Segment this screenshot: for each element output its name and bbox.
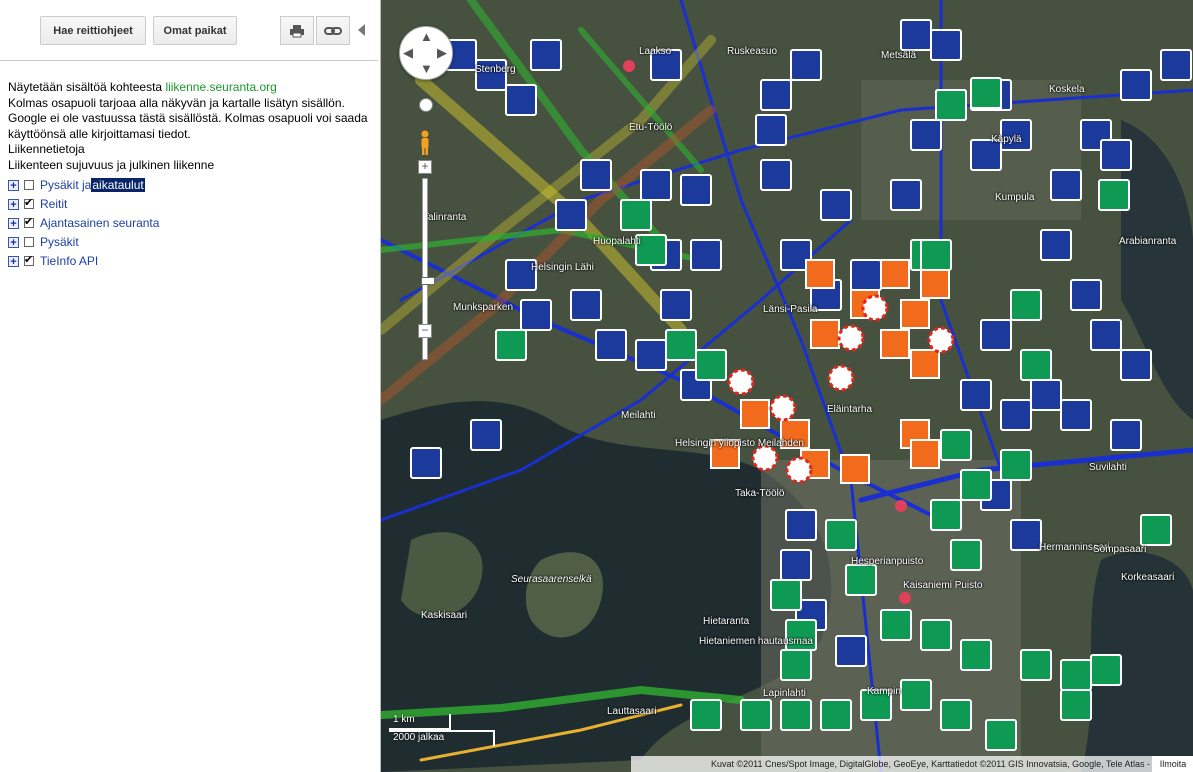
layer-label[interactable]: Reitit (40, 197, 67, 211)
section-subtitle: Liikenteen sujuvuus ja julkinen liikenne (8, 157, 215, 172)
pan-control[interactable]: ▲ ▼ ◀ ▶ (399, 26, 453, 80)
print-icon (290, 24, 304, 37)
layer-label[interactable]: Pysäkit ja (40, 178, 91, 192)
section-title: Liikennetietoja (8, 142, 85, 156)
side-panel: Hae reittiohjeet Omat paikat Näytetään s… (0, 0, 378, 772)
layer-row-stops[interactable]: + Pysäkit (8, 233, 79, 251)
place-label: Kumpula (995, 192, 1035, 203)
place-label: Etu-Töölö (629, 122, 673, 133)
report-problem-link[interactable]: Ilmoita (1152, 756, 1193, 772)
place-label: Käpylä (991, 134, 1022, 145)
intro-prefix: Näytetään sisältöä kohteesta (8, 80, 166, 94)
disclaimer-text: Kolmas osapuoli tarjoaa alla näkyvän ja … (8, 95, 368, 141)
place-label: Lapinlahti (763, 688, 806, 699)
place-label: Ruskeasuo (727, 46, 778, 57)
scale-km-label: 1 km (393, 714, 415, 725)
pan-left-icon[interactable]: ◀ (403, 45, 413, 61)
layer-checkbox[interactable] (24, 253, 34, 266)
place-label: Taka-Töölö (735, 488, 785, 499)
layer-checkbox[interactable] (24, 215, 34, 228)
layer-checkbox[interactable] (24, 196, 34, 209)
map-canvas[interactable]: Stenberg Laakso Etu-Töölö Talinranta Mun… (380, 0, 1193, 772)
expand-icon[interactable]: + (8, 198, 19, 210)
layer-row-realtime[interactable]: + Ajantasainen seuranta (8, 214, 159, 232)
link-button[interactable] (316, 16, 350, 45)
layer-row-stops-timetables[interactable]: + Pysäkit ja aikataulut (8, 176, 145, 194)
directions-button[interactable]: Hae reittiohjeet (40, 16, 146, 45)
satellite-imagery (381, 0, 1193, 772)
street-view-pegman-icon[interactable] (419, 130, 431, 156)
layer-label[interactable]: Ajantasainen seuranta (40, 216, 159, 230)
layer-label-highlight: aikataulut (91, 178, 145, 192)
place-label: Länsi-Pasila (763, 304, 818, 315)
place-label: Eläintarha (827, 404, 873, 415)
layer-checkbox[interactable] (24, 237, 34, 247)
maps-app: Hae reittiohjeet Omat paikat Näytetään s… (0, 0, 1193, 772)
my-places-button[interactable]: Omat paikat (153, 16, 237, 45)
expand-icon[interactable]: + (8, 217, 19, 229)
layer-label[interactable]: Pysäkit (40, 235, 79, 249)
pan-right-icon[interactable]: ▶ (437, 45, 447, 61)
print-button[interactable] (280, 16, 314, 45)
place-label: Stenberg (475, 64, 516, 75)
link-icon (324, 26, 342, 35)
zoom-slider-thumb[interactable] (421, 277, 435, 285)
place-label: Korkeasaari (1121, 572, 1175, 583)
place-label: Hesperianpuisto (851, 556, 924, 567)
layer-checkbox[interactable] (24, 180, 34, 190)
rotate-control[interactable] (419, 98, 433, 112)
expand-icon[interactable]: + (8, 255, 19, 267)
place-label: Metsälä (881, 50, 917, 61)
place-label: Hietaniemen hautausmaa (699, 636, 813, 647)
place-label: Munksparken (453, 302, 514, 313)
place-label: Helsingin yliopisto Meilahden (675, 438, 804, 449)
place-label: Huopalahti (593, 236, 641, 247)
place-label: Meilahti (621, 410, 656, 421)
layer-row-tieinfo[interactable]: + TieInfo API (8, 252, 98, 270)
layer-label[interactable]: TieInfo API (40, 254, 98, 268)
layer-info: Näytetään sisältöä kohteesta liikenne.se… (8, 80, 374, 173)
map-attribution: Kuvat ©2011 Cnes/Spot Image, DigitalGlob… (631, 756, 1193, 772)
place-label: Hietaranta (703, 616, 750, 627)
pan-down-icon[interactable]: ▼ (420, 61, 433, 76)
place-label: Helsingin Lähi (531, 262, 594, 273)
collapse-panel-icon[interactable] (358, 24, 365, 36)
place-label: Kaskisaari (421, 610, 468, 621)
expand-icon[interactable]: + (8, 236, 19, 248)
place-label: Laakso (639, 46, 672, 57)
place-label: Koskela (1049, 84, 1085, 95)
intro-text: Näytetään sisältöä kohteesta liikenne.se… (8, 80, 374, 96)
place-label: Suvilahti (1089, 462, 1127, 473)
place-label: Sompasaari (1093, 544, 1147, 555)
pan-up-icon[interactable]: ▲ (420, 29, 433, 44)
scale-ft-label: 2000 jalkaa (393, 732, 445, 743)
zoom-control[interactable]: + − (418, 160, 435, 372)
place-label: Arabianranta (1119, 236, 1177, 247)
place-label: Seurasaarenselkä (511, 574, 592, 585)
source-link[interactable]: liikenne.seuranta.org (165, 80, 276, 94)
expand-icon[interactable]: + (8, 179, 19, 191)
panel-toolbar: Hae reittiohjeet Omat paikat (0, 0, 378, 61)
place-label: Lauttasaari (607, 706, 657, 717)
place-label: Kampin (867, 686, 901, 697)
zoom-in-button[interactable]: + (418, 160, 432, 174)
zoom-out-button[interactable]: − (418, 324, 432, 338)
layer-row-routes[interactable]: + Reitit (8, 195, 67, 213)
scale-bar: 1 km 2000 jalkaa (389, 714, 497, 748)
place-label: Kaisaniemi Puisto (903, 580, 983, 591)
